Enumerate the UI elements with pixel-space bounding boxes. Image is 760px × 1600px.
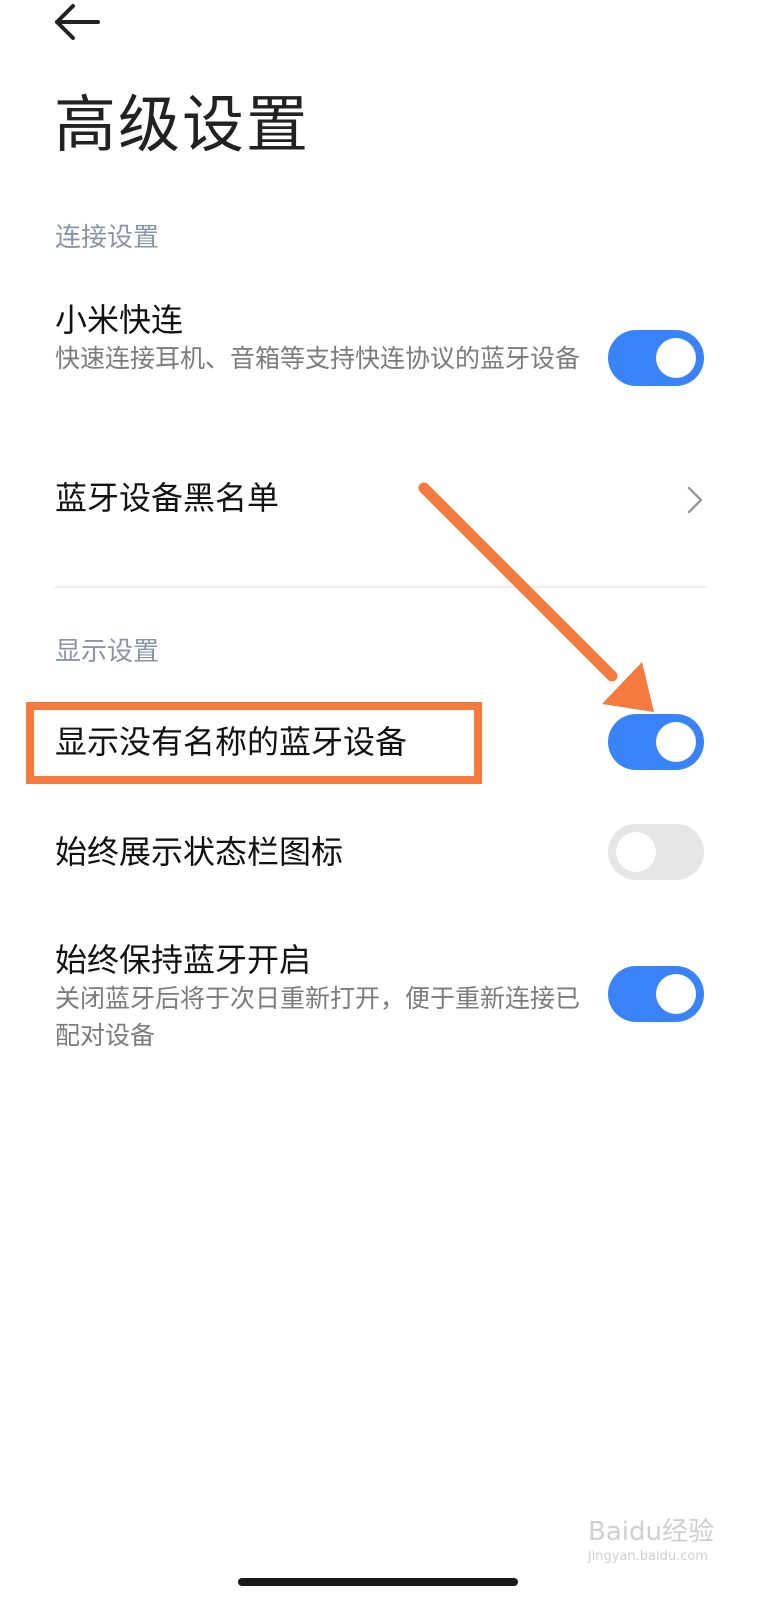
back-button[interactable] — [48, 0, 112, 48]
section-header-display: 显示设置 — [55, 637, 160, 667]
watermark-text: Baidu经验 — [588, 1517, 714, 1547]
item-title: 小米快连 — [55, 301, 184, 339]
toggle-xiaomi-quick-connect[interactable] — [608, 330, 704, 386]
section-header-connection: 连接设置 — [55, 223, 160, 253]
watermark-url: jingyan.baidu.com — [587, 1549, 708, 1564]
item-title: 始终展示状态栏图标 — [55, 833, 344, 871]
item-subtitle: 快速连接耳机、音箱等支持快连协议的蓝牙设备 — [55, 344, 581, 373]
item-title: 始终保持蓝牙开启 — [55, 941, 312, 979]
arrow-left-icon — [55, 4, 100, 40]
item-subtitle: 关闭蓝牙后将于次日重新打开，便于重新连接已配对设备 — [55, 984, 581, 1050]
toggle-show-unnamed-devices[interactable] — [608, 714, 704, 770]
annotation-highlight-box — [26, 702, 482, 784]
home-indicator[interactable] — [238, 1578, 518, 1586]
toggle-knob — [656, 338, 696, 378]
baidu-watermark: Baidu经验 jingyan.baidu.com — [584, 1506, 734, 1566]
toggle-status-bar-icon[interactable] — [608, 824, 704, 880]
chevron-right-icon — [686, 486, 704, 514]
page-title: 高级设置 — [54, 88, 311, 161]
toggle-knob — [656, 974, 696, 1014]
item-title: 蓝牙设备黑名单 — [55, 479, 280, 517]
section-divider — [55, 586, 706, 588]
toggle-keep-bluetooth-on[interactable] — [608, 966, 704, 1022]
toggle-knob — [616, 832, 656, 872]
toggle-knob — [656, 722, 696, 762]
